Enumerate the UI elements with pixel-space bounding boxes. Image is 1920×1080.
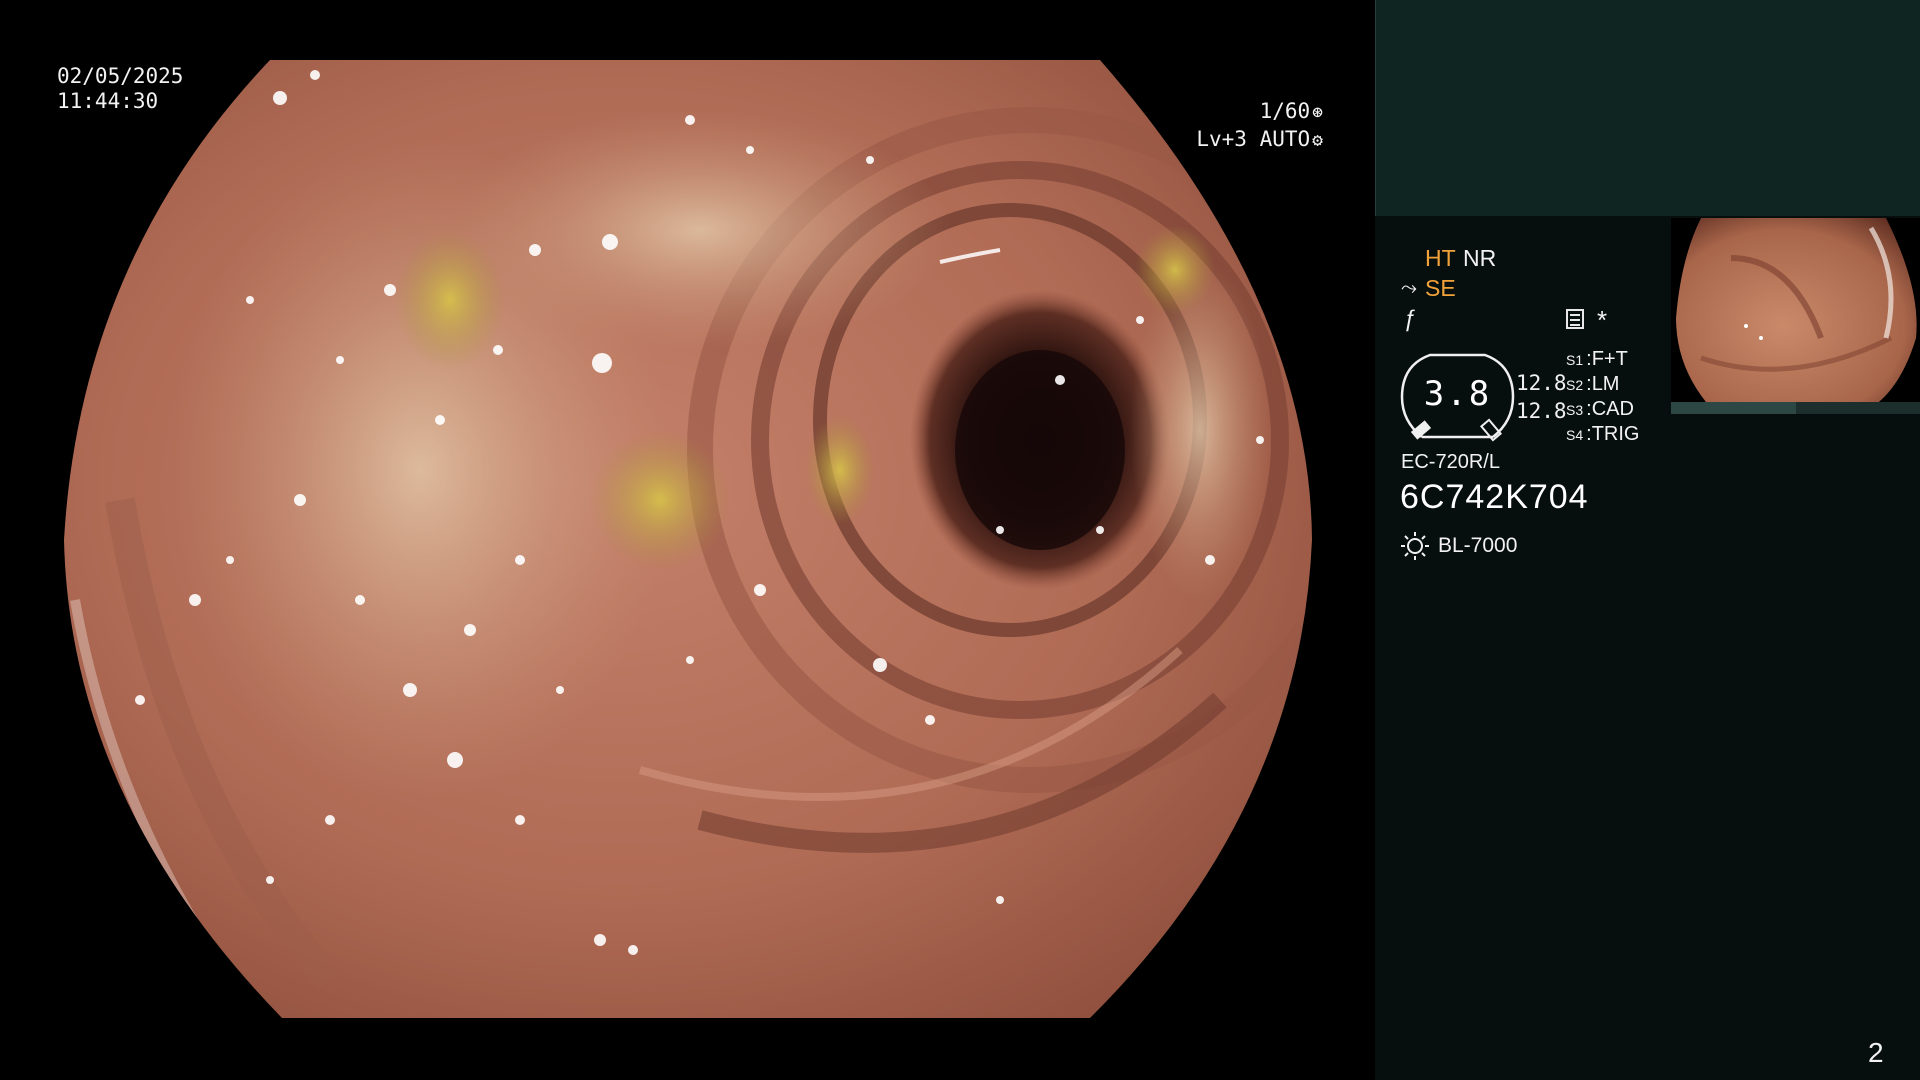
overlay-shutter-speed: 1/60 ⊛	[1260, 99, 1323, 125]
scissors-icon: ⤳	[1401, 277, 1417, 299]
mode-se: SE	[1425, 275, 1456, 301]
gear-icon: ⚙	[1312, 130, 1323, 151]
overlay-date: 02/05/2025	[57, 64, 184, 88]
record-icon	[1566, 309, 1584, 329]
overlay-enhancement: Lv+3 AUTO ⚙	[1196, 127, 1323, 153]
light-source: BL-7000	[1438, 534, 1518, 557]
endoscope-video: 02/05/2025 11:44:30 1/60 ⊛ Lv+3 AUTO ⚙	[0, 0, 1375, 1080]
side-value-2: 12.8	[1516, 399, 1567, 423]
enhancement-value: Lv+3 AUTO	[1196, 127, 1311, 151]
thumbnail-status-bar	[1671, 402, 1920, 414]
page-number: 2	[1868, 1037, 1884, 1068]
thumbnail-image	[1676, 218, 1917, 408]
lamp-icon	[1401, 532, 1429, 560]
status-star: *	[1597, 305, 1608, 335]
switch-s3: S3:CAD	[1566, 398, 1634, 420]
captured-thumbnail	[1671, 218, 1920, 414]
mode-ht: HT	[1425, 245, 1456, 271]
shutter-icon: ⊛	[1312, 102, 1323, 123]
mode-nr: NR	[1463, 245, 1497, 271]
scope-model: EC-720R/L	[1401, 451, 1500, 473]
switch-s1: S1:F+T	[1566, 348, 1628, 370]
scope-serial: 6C742K704	[1400, 478, 1589, 516]
thumbnail-status-segment	[1671, 402, 1796, 414]
f-icon: ƒ	[1403, 305, 1416, 331]
shutter-speed-value: 1/60	[1259, 99, 1311, 123]
colon-lumen-image	[64, 60, 1312, 1018]
switch-s2: S2:LM	[1566, 373, 1620, 395]
gauge-value: 3.8	[1423, 374, 1492, 414]
overlay-time: 11:44:30	[57, 89, 159, 113]
side-value-1: 12.8	[1516, 371, 1567, 395]
switch-s4: S4:TRIG	[1566, 423, 1640, 445]
panel-header-area	[1375, 0, 1920, 216]
endoscope-monitor: 02/05/2025 11:44:30 1/60 ⊛ Lv+3 AUTO ⚙ HT …	[0, 0, 1920, 1080]
